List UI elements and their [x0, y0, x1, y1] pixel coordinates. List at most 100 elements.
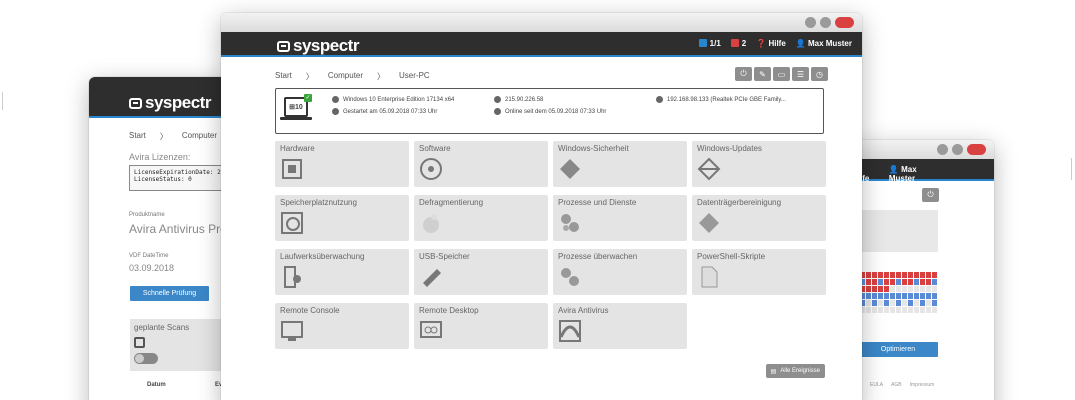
- footer-impressum[interactable]: Impressum: [910, 382, 935, 388]
- disk-block: [902, 279, 907, 285]
- disk-block: [914, 300, 919, 306]
- disk-block: [902, 293, 907, 299]
- tile-label: Remote Desktop: [419, 306, 479, 315]
- disk-block: [890, 300, 895, 306]
- right-window-controls: [937, 144, 986, 155]
- close-icon[interactable]: [967, 144, 986, 155]
- vdf-label: VDF DateTime: [129, 253, 169, 259]
- disk-block: [866, 300, 871, 306]
- disk-block: [866, 293, 871, 299]
- alert-notifications[interactable]: 2: [730, 39, 747, 48]
- tile-windows-sicherheit[interactable]: Windows-Sicherheit: [553, 141, 687, 187]
- tile-avira-antivirus[interactable]: Avira Antivirus: [553, 303, 687, 349]
- crumb-computer[interactable]: Computer: [328, 71, 363, 82]
- main-logo[interactable]: syspectr: [277, 36, 359, 56]
- disk-usage-icon: [280, 211, 304, 235]
- local-ip-text: 192.168.98.133 (Realtek PCIe GBE Family.…: [667, 96, 786, 103]
- minimize-icon[interactable]: [937, 144, 948, 155]
- alert-count: 2: [741, 39, 747, 48]
- disk-block: [890, 307, 895, 313]
- user-menu[interactable]: 👤 Max Muster: [889, 165, 940, 183]
- user-name: Max Muster: [807, 39, 852, 48]
- toggle-switch[interactable]: [134, 353, 158, 364]
- disk-block: [908, 272, 913, 278]
- footer-agb[interactable]: AGB: [891, 382, 902, 388]
- tile-remote-console[interactable]: Remote Console: [275, 303, 409, 349]
- quick-scan-button[interactable]: Schnelle Prüfung: [130, 286, 209, 301]
- tile-software[interactable]: Software: [414, 141, 548, 187]
- disk-block: [878, 307, 883, 313]
- windows-security-icon: [558, 157, 582, 181]
- disk-map-graphic: [860, 272, 937, 313]
- disk-block: [872, 300, 877, 306]
- minimize-icon[interactable]: [805, 17, 816, 28]
- disk-block: [878, 300, 883, 306]
- license-line: LicenseStatus: 0: [134, 176, 192, 183]
- user-menu[interactable]: 👤 Max Muster: [796, 39, 852, 48]
- disk-block: [890, 293, 895, 299]
- message-icon[interactable]: ▭: [773, 67, 790, 81]
- clock-icon: [332, 108, 339, 115]
- screenshot-stage: syspectr Start 〉 Computer 〉 U Avira Lize…: [0, 0, 1075, 400]
- disk-block: [884, 286, 889, 292]
- tile-usb-speicher[interactable]: USB-Speicher: [414, 249, 548, 295]
- power-icon[interactable]: ⏻: [735, 67, 752, 81]
- tile-speicherplatznutzung[interactable]: Speicherplatznutzung: [275, 195, 409, 241]
- hardware-icon: [280, 157, 304, 181]
- right-info-panel: [858, 210, 938, 252]
- crumb-start[interactable]: Start: [275, 71, 292, 82]
- disk-block: [926, 300, 931, 306]
- tile-label: USB-Speicher: [419, 252, 470, 261]
- disk-block: [914, 286, 919, 292]
- disk-block: [926, 307, 931, 313]
- disk-block: [920, 293, 925, 299]
- crumb-computer[interactable]: Computer: [182, 131, 217, 142]
- disk-block: [920, 279, 925, 285]
- tile-prozesse-und-dienste[interactable]: Prozesse und Dienste: [553, 195, 687, 241]
- maximize-icon[interactable]: [820, 17, 831, 28]
- power-icon[interactable]: ⏻: [922, 188, 939, 202]
- online-text: Online seit dem 05.09.2018 07:33 Uhr: [505, 108, 607, 115]
- avira-icon: [558, 319, 582, 343]
- disk-block: [932, 279, 937, 285]
- network-icon: [656, 96, 663, 103]
- disk-block: [914, 272, 919, 278]
- disk-block: [878, 272, 883, 278]
- close-icon[interactable]: [835, 17, 854, 28]
- document-icon[interactable]: ☰: [792, 67, 809, 81]
- main-titlebar: [221, 13, 862, 32]
- clock-icon[interactable]: ◷: [811, 67, 828, 81]
- help-link[interactable]: ❓ Hilfe: [756, 39, 786, 48]
- optimize-button[interactable]: Optimieren: [858, 342, 938, 357]
- footer-eula[interactable]: EULA: [870, 382, 883, 388]
- disk-block: [884, 307, 889, 313]
- edit-icon[interactable]: ✎: [754, 67, 771, 81]
- tile-label: Hardware: [280, 144, 315, 153]
- product-value: Avira Antivirus Pro: [129, 222, 227, 236]
- windows-updates-icon: [697, 157, 721, 181]
- tile-remote-desktop[interactable]: Remote Desktop: [414, 303, 548, 349]
- tile-powershell-skripte[interactable]: PowerShell-Skripte: [692, 249, 826, 295]
- user-icon: 👤: [888, 165, 899, 174]
- crumb-start[interactable]: Start: [129, 131, 146, 142]
- disk-block: [926, 272, 931, 278]
- disk-block: [896, 272, 901, 278]
- tile-hardware[interactable]: Hardware: [275, 141, 409, 187]
- info-notifications[interactable]: 1/1: [698, 39, 721, 48]
- tile-label: Prozesse überwachen: [558, 252, 638, 261]
- tile-laufwerksüberwachung[interactable]: Laufwerksüberwachung: [275, 249, 409, 295]
- disk-block: [884, 293, 889, 299]
- processes-icon: [558, 211, 582, 235]
- tile-defragmentierung[interactable]: Defragmentierung: [414, 195, 548, 241]
- all-events-button[interactable]: ▤ Alle Ereignisse: [765, 364, 825, 378]
- tile-windows-updates[interactable]: Windows-Updates: [692, 141, 826, 187]
- right-nav: ❓ Hilfe 👤 Max Muster: [852, 165, 940, 183]
- disk-block: [872, 279, 877, 285]
- tile-label: Datenträgerbereinigung: [697, 198, 782, 207]
- disk-block: [932, 300, 937, 306]
- disk-block: [902, 272, 907, 278]
- maximize-icon[interactable]: [952, 144, 963, 155]
- tile-prozesse-überwachen[interactable]: Prozesse überwachen: [553, 249, 687, 295]
- tile-datenträgerbereinigung[interactable]: Datenträgerbereinigung: [692, 195, 826, 241]
- drive-monitor-icon: [280, 265, 304, 289]
